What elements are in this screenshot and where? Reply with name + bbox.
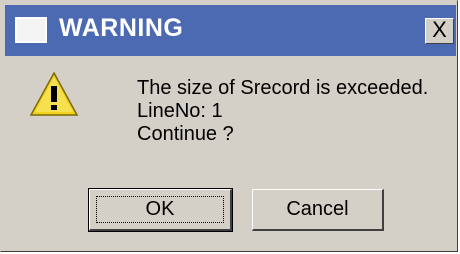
dialog-title: WARNING <box>59 14 184 42</box>
message-line: LineNo: 1 <box>137 100 223 122</box>
message-line: Continue ? <box>137 123 234 145</box>
warning-icon <box>29 71 79 117</box>
title-bar[interactable]: WARNING X <box>5 5 456 56</box>
cancel-button[interactable]: Cancel <box>252 189 384 231</box>
cancel-button-label: Cancel <box>286 198 349 220</box>
window-icon <box>15 17 47 43</box>
ok-button[interactable]: OK <box>88 188 233 232</box>
message-line: The size of Srecord is exceeded. <box>137 77 429 99</box>
message-text: The size of Srecord is exceeded. LineNo:… <box>137 77 428 146</box>
close-button[interactable]: X <box>425 18 454 44</box>
focus-rectangle <box>96 196 224 223</box>
warning-dialog: WARNING X The size of Srecord is exceede… <box>0 0 458 252</box>
